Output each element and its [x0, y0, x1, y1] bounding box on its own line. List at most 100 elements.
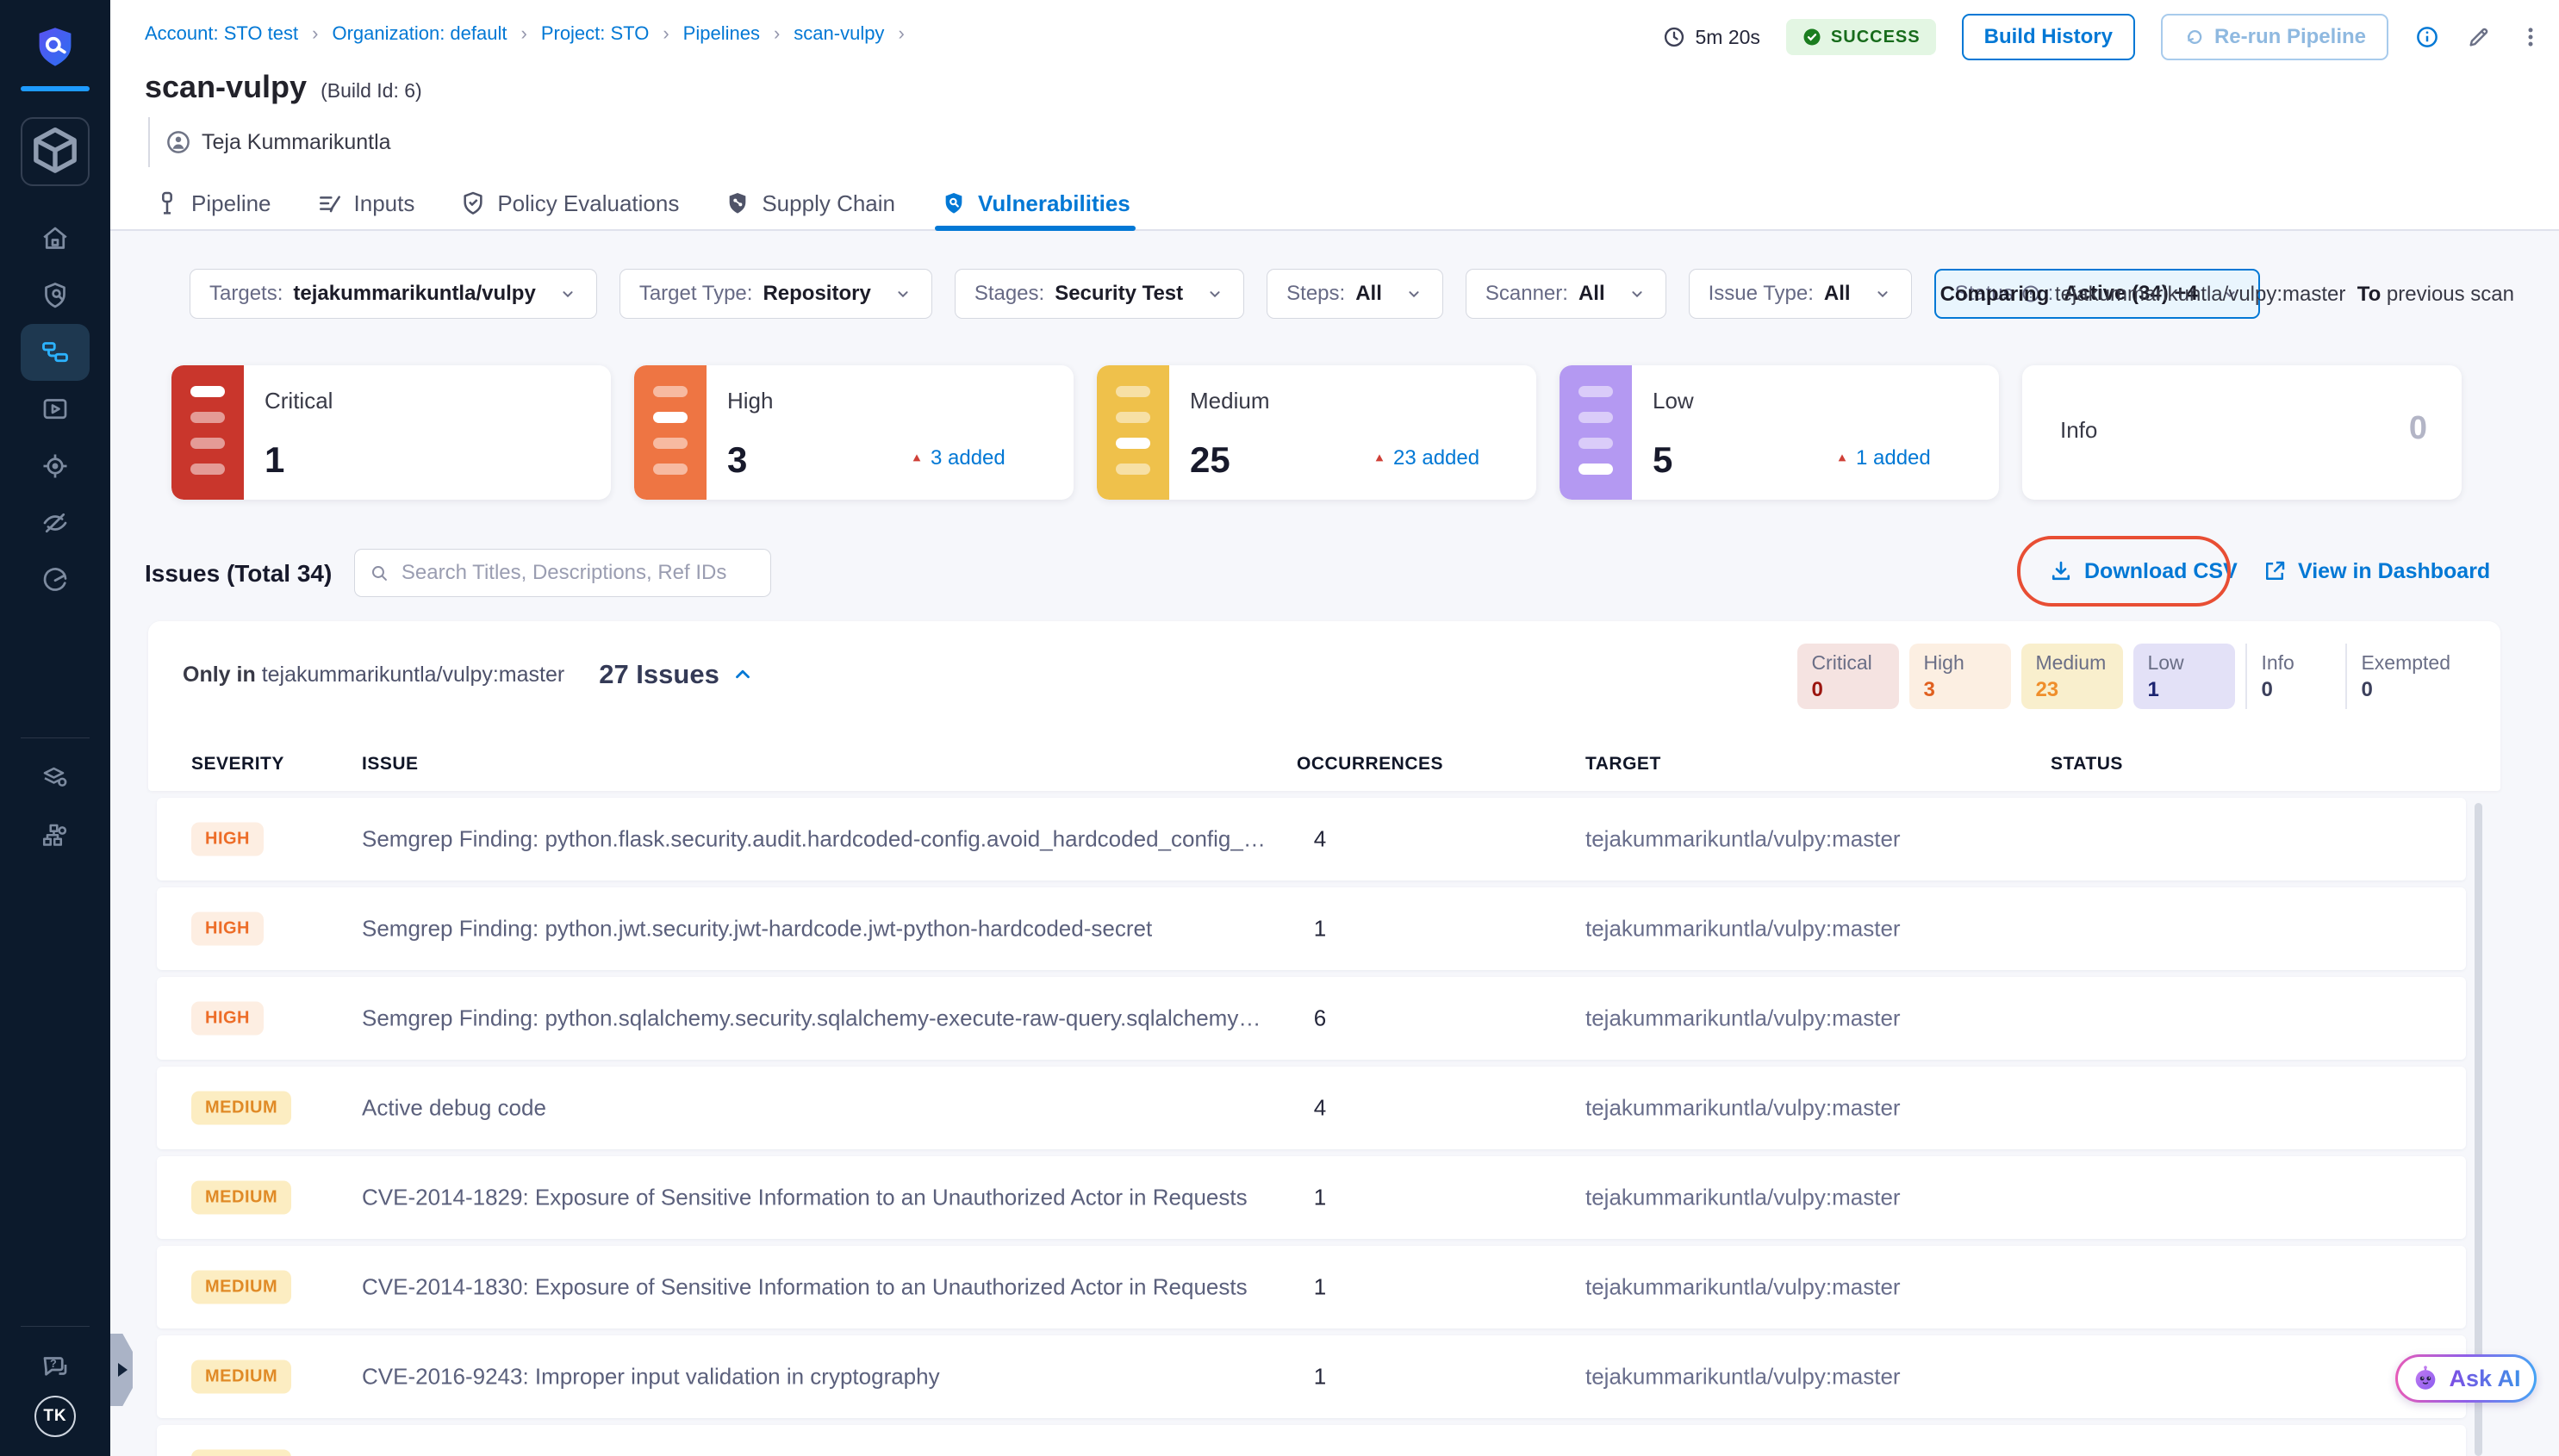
- issue-title: CVE-2014-1830: Exposure of Sensitive Inf…: [362, 1274, 1248, 1301]
- issue-row[interactable]: HIGH Semgrep Finding: python.jwt.securit…: [157, 887, 2466, 970]
- default-settings-icon[interactable]: [21, 750, 90, 807]
- issue-title: CVE-2017-11424: PyJWT...: [362, 1453, 634, 1456]
- column-issue: ISSUE: [362, 754, 419, 775]
- target-value: tejakummarikuntla/vulpy:master: [1585, 916, 1901, 943]
- triangle-up-icon: [1835, 451, 1849, 465]
- sidebar-divider-bottom: [21, 1326, 90, 1327]
- status-badge: SUCCESS: [1786, 19, 1936, 55]
- breadcrumb-separator-icon: ›: [520, 22, 526, 45]
- inputs-tab-icon: [316, 190, 344, 217]
- execution-duration: 5m 20s: [1662, 25, 1759, 49]
- breadcrumb-link[interactable]: Organization: default: [332, 22, 507, 45]
- issue-row[interactable]: MEDIUM CVE-2016-9243: Improper input val…: [157, 1335, 2466, 1418]
- executions-icon[interactable]: [21, 381, 90, 438]
- issue-row[interactable]: HIGH Semgrep Finding: python.flask.secur…: [157, 798, 2466, 880]
- tab-vulnerabilities[interactable]: Vulnerabilities: [940, 177, 1130, 229]
- tab-policy-evaluations[interactable]: Policy Evaluations: [459, 177, 679, 229]
- breadcrumb-link[interactable]: Account: STO test: [145, 22, 298, 45]
- severity-badge: HIGH: [191, 823, 264, 856]
- breadcrumb-separator-icon: ›: [898, 22, 904, 45]
- severity-badge: HIGH: [191, 912, 264, 946]
- filter-scanner[interactable]: Scanner:All: [1466, 269, 1666, 319]
- title-row: scan-vulpy (Build Id: 6): [145, 69, 422, 105]
- issue-row[interactable]: MEDIUM CVE-2014-1829: Exposure of Sensit…: [157, 1156, 2466, 1239]
- edit-pipeline-icon[interactable]: [2466, 24, 2492, 50]
- filter-stages[interactable]: Stages:Security Test: [955, 269, 1244, 319]
- user-avatar[interactable]: TK: [34, 1396, 76, 1437]
- severity-card: High 3 3 added: [634, 365, 1074, 500]
- issue-title: CVE-2014-1829: Exposure of Sensitive Inf…: [362, 1185, 1248, 1211]
- build-history-button[interactable]: Build History: [1962, 14, 2135, 60]
- breadcrumb-separator-icon: ›: [663, 22, 669, 45]
- group-title: Only in tejakummarikuntla/vulpy:master: [183, 663, 564, 688]
- issue-row[interactable]: HIGH Semgrep Finding: python.sqlalchemy.…: [157, 977, 2466, 1060]
- chevron-down-icon: [893, 284, 912, 303]
- svg-text:?: ?: [50, 1357, 57, 1370]
- issue-row[interactable]: MEDIUM Active debug code 4 tejakummariku…: [157, 1067, 2466, 1149]
- severity-gauge-icon: [1560, 365, 1632, 500]
- more-options-kebab-icon[interactable]: [2518, 24, 2543, 50]
- issue-row[interactable]: MEDIUM CVE-2017-11424: PyJWT... 1 tejaku…: [157, 1425, 2466, 1456]
- policy-tab-icon: [459, 190, 487, 217]
- severity-chip: Low 1: [2133, 644, 2235, 709]
- build-id-label: (Build Id: 6): [321, 79, 422, 103]
- filter-target-type[interactable]: Target Type:Repository: [620, 269, 932, 319]
- tab-inputs[interactable]: Inputs: [316, 177, 415, 229]
- tab-pipeline[interactable]: Pipeline: [153, 177, 271, 229]
- breadcrumb-link[interactable]: Pipelines: [683, 22, 760, 45]
- chevron-right-icon: [118, 1363, 128, 1377]
- targets-icon[interactable]: [21, 438, 90, 495]
- sidebar-divider: [21, 737, 90, 738]
- occurrences-value: 1: [1281, 916, 1359, 943]
- header-actions: 5m 20s SUCCESS Build History Re-run Pipe…: [1662, 14, 2543, 60]
- triggered-by-user: Teja Kummarikuntla: [148, 117, 391, 167]
- tab-supply-chain[interactable]: Supply Chain: [724, 177, 895, 229]
- sto-logo-icon: [21, 19, 90, 76]
- home-icon[interactable]: [21, 210, 90, 267]
- severity-badge: MEDIUM: [191, 1271, 291, 1304]
- chevron-down-icon: [1628, 284, 1647, 303]
- info-icon[interactable]: [2414, 24, 2440, 50]
- issues-search: [354, 549, 771, 597]
- severity-chip-row: Critical 0 High 3 Medium 23 Low 1: [1797, 644, 2464, 709]
- occurrences-value: 1: [1281, 1274, 1359, 1301]
- sidebar-collapse-handle[interactable]: [110, 1334, 133, 1406]
- app-root: ? TK Account: STO test › Organization: d…: [0, 0, 2559, 1456]
- group-issue-count[interactable]: 27 Issues: [599, 659, 754, 690]
- rerun-pipeline-button[interactable]: Re-run Pipeline: [2161, 14, 2388, 60]
- pipeline-tab-icon: [153, 190, 181, 217]
- module-selector-button[interactable]: [21, 117, 90, 186]
- target-value: tejakummarikuntla/vulpy:master: [1585, 1364, 1901, 1391]
- gauge-icon[interactable]: [21, 551, 90, 608]
- chevron-down-icon: [1873, 284, 1892, 303]
- filter-targets[interactable]: Targets:tejakummarikuntla/vulpy: [190, 269, 597, 319]
- ask-ai-button[interactable]: Ask AI: [2395, 1354, 2537, 1403]
- filter-steps[interactable]: Steps:All: [1267, 269, 1443, 319]
- breadcrumb-link[interactable]: Project: STO: [541, 22, 650, 45]
- issue-title: Semgrep Finding: python.sqlalchemy.secur…: [362, 1005, 1267, 1032]
- severity-chip: Info 0: [2245, 644, 2335, 709]
- filter-issue-type[interactable]: Issue Type:All: [1689, 269, 1912, 319]
- pipelines-nav-icon[interactable]: [21, 324, 90, 381]
- breadcrumb-link[interactable]: scan-vulpy: [794, 22, 884, 45]
- org-settings-icon[interactable]: [21, 807, 90, 864]
- triangle-up-icon: [910, 451, 924, 465]
- target-value: tejakummarikuntla/vulpy:master: [1585, 1095, 1901, 1122]
- occurrences-value: 4: [1281, 1095, 1359, 1122]
- view-in-dashboard-button[interactable]: View in Dashboard: [2262, 558, 2490, 584]
- column-status: STATUS: [2051, 754, 2123, 775]
- issue-title: Semgrep Finding: python.flask.security.a…: [362, 826, 1267, 853]
- clock-icon: [1662, 25, 1686, 49]
- check-circle-icon: [1802, 27, 1822, 47]
- breadcrumb: Account: STO test › Organization: defaul…: [145, 22, 905, 45]
- occurrences-value: 6: [1281, 1005, 1359, 1032]
- occurrences-value: 1: [1281, 1453, 1359, 1456]
- eye-off-icon[interactable]: [21, 495, 90, 551]
- severity-gauge-icon: [634, 365, 707, 500]
- issue-row[interactable]: MEDIUM CVE-2014-1830: Exposure of Sensit…: [157, 1246, 2466, 1328]
- refresh-icon: [2183, 26, 2206, 48]
- column-severity: SEVERITY: [191, 754, 284, 775]
- help-chat-icon[interactable]: ?: [21, 1339, 90, 1396]
- search-input[interactable]: [400, 560, 756, 586]
- scan-shield-icon[interactable]: [21, 267, 90, 324]
